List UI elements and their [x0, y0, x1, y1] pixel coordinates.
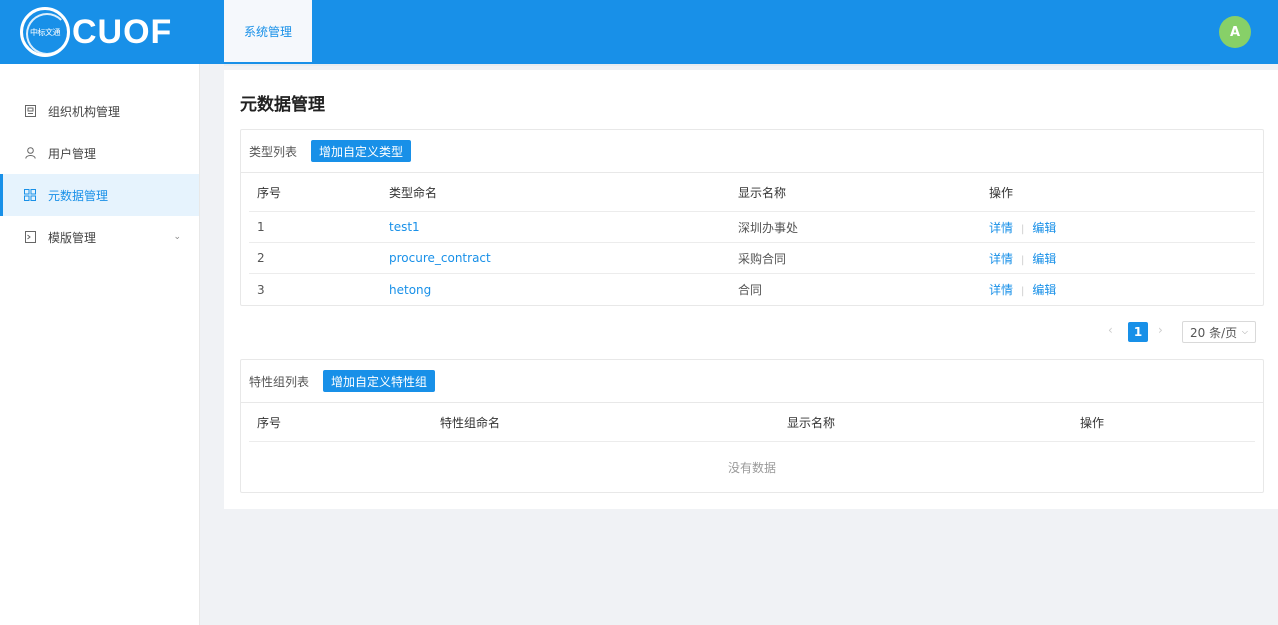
sidebar-item-label: 用户管理: [48, 146, 97, 161]
sidebar-item-label: 模版管理: [48, 230, 97, 245]
avatar[interactable]: A: [1219, 16, 1251, 48]
type-list-title: 类型列表: [249, 144, 298, 159]
row-display-name: 合同: [738, 283, 763, 297]
row-no: 1: [257, 220, 265, 234]
sidebar-item-user-management[interactable]: 用户管理: [0, 132, 199, 174]
table-row: 3 hetong 合同 详情 | 编辑: [249, 274, 1255, 305]
row-display-name: 采购合同: [738, 251, 787, 266]
action-divider: |: [1021, 223, 1025, 235]
table-header-row: 序号 类型命名 显示名称 操作: [249, 173, 1255, 212]
column-header-actions: 操作: [989, 185, 1014, 200]
column-header-feature-group-name: 特性组命名: [440, 415, 501, 430]
user-icon: [24, 147, 36, 159]
feature-group-card: 特性组列表 增加自定义特性组 序号 特性组命名 显示名称 操作 没有数据: [240, 359, 1264, 493]
sidebar-item-label: 组织机构管理: [48, 104, 121, 119]
column-header-no: 序号: [257, 185, 282, 200]
page-size-select[interactable]: 20 条/页 ⌵: [1182, 321, 1256, 343]
table-row: 1 test1 深圳办事处 详情 | 编辑: [249, 212, 1255, 243]
template-icon: [24, 231, 36, 243]
sidebar-item-template-management[interactable]: 模版管理 ⌄: [0, 216, 199, 258]
page-size-value: 20 条/页: [1190, 325, 1238, 340]
row-type-name-link[interactable]: test1: [389, 220, 420, 234]
type-list-header: 类型列表 增加自定义类型: [241, 130, 1263, 173]
column-header-type-name: 类型命名: [389, 185, 438, 200]
tab-system-management[interactable]: 系统管理: [224, 0, 312, 64]
logo-mark-text: 中标文通: [30, 27, 61, 37]
sidebar-item-metadata-management[interactable]: 元数据管理: [0, 174, 199, 216]
detail-link[interactable]: 详情: [989, 252, 1013, 266]
table-row: 2 procure_contract 采购合同 详情 | 编辑: [249, 243, 1255, 274]
prev-page-icon[interactable]: ‹: [1108, 323, 1113, 337]
page-number-current[interactable]: 1: [1128, 322, 1148, 342]
feature-group-title: 特性组列表: [249, 374, 310, 389]
logo[interactable]: 中标文通 CUOF: [20, 7, 172, 57]
content-divider: [224, 64, 1210, 66]
feature-group-header: 特性组列表 增加自定义特性组: [241, 360, 1263, 403]
sidebar-item-org-management[interactable]: 组织机构管理: [0, 90, 199, 132]
detail-link[interactable]: 详情: [989, 283, 1013, 297]
column-header-no: 序号: [257, 415, 282, 430]
action-divider: |: [1021, 286, 1025, 297]
row-display-name: 深圳办事处: [738, 220, 799, 235]
edit-link[interactable]: 编辑: [1032, 252, 1056, 266]
type-list-card: 类型列表 增加自定义类型 序号 类型命名 显示名称 操作 1 test1 深圳办…: [240, 129, 1264, 306]
sidebar-item-label: 元数据管理: [48, 188, 109, 203]
row-type-name-link[interactable]: hetong: [389, 283, 431, 297]
chevron-down-icon[interactable]: ⌄: [173, 232, 181, 242]
type-table: 序号 类型命名 显示名称 操作 1 test1 深圳办事处 详情 | 编辑 2 pr…: [249, 173, 1255, 305]
next-page-icon[interactable]: ›: [1158, 323, 1163, 337]
row-no: 3: [257, 282, 265, 297]
sidebar: 组织机构管理 用户管理 元数据管理 模版管理 ⌄: [0, 64, 200, 625]
add-custom-type-button[interactable]: 增加自定义类型: [311, 140, 412, 162]
org-icon: [24, 105, 36, 117]
edit-link[interactable]: 编辑: [1032, 221, 1056, 235]
detail-link[interactable]: 详情: [989, 221, 1013, 235]
page-title: 元数据管理: [240, 95, 325, 115]
action-divider: |: [1021, 254, 1025, 266]
column-header-display-name: 显示名称: [787, 415, 836, 430]
edit-link[interactable]: 编辑: [1032, 283, 1056, 297]
column-header-display-name: 显示名称: [738, 185, 787, 200]
empty-state: 没有数据: [727, 460, 776, 475]
row-no: 2: [257, 251, 265, 265]
top-header: 中标文通 CUOF 系统管理 A: [0, 0, 1278, 64]
table-header-row: 序号 特性组命名 显示名称 操作: [249, 403, 1255, 442]
logo-mark: 中标文通: [20, 7, 70, 57]
chevron-down-icon: ⌵: [1241, 327, 1248, 336]
row-type-name-link[interactable]: procure_contract: [389, 251, 491, 265]
feature-group-table: 序号 特性组命名 显示名称 操作 没有数据: [249, 403, 1255, 492]
column-header-actions: 操作: [1080, 415, 1105, 430]
grid-icon: [24, 189, 36, 201]
logo-text: CUOF: [72, 12, 173, 51]
main-content: 元数据管理 类型列表 增加自定义类型 序号 类型命名 显示名称 操作 1 tes…: [224, 70, 1278, 509]
pagination: ‹ 1 › 20 条/页 ⌵: [224, 320, 1264, 343]
add-custom-feature-group-button[interactable]: 增加自定义特性组: [323, 370, 436, 392]
